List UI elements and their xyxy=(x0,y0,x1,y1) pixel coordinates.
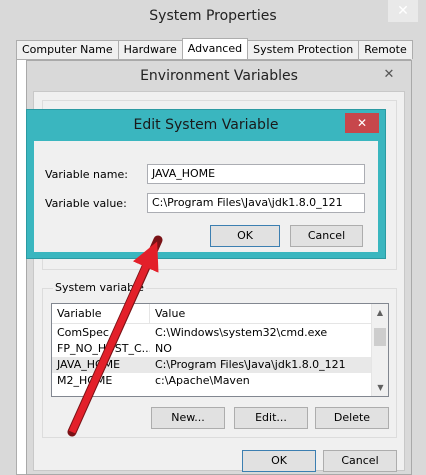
chevron-down-icon[interactable]: ▼ xyxy=(372,379,388,396)
ok-button[interactable]: OK xyxy=(242,450,316,472)
variable-value-field[interactable]: C:\Program Files\Java\jdk1.8.0_121 xyxy=(147,193,365,213)
close-icon: ✕ xyxy=(356,116,368,130)
window-title: Environment Variables xyxy=(140,68,298,84)
window-title: System Properties xyxy=(149,8,277,24)
dialog-client: Variable name: JAVA_HOME Variable value:… xyxy=(34,141,378,252)
close-button[interactable]: ✕ xyxy=(388,0,418,22)
tab-remote[interactable]: Remote xyxy=(358,40,413,59)
column-header-variable[interactable]: Variable xyxy=(52,304,150,323)
system-variables-group: System variable Variable Value ComSpec C… xyxy=(42,281,397,438)
list-item[interactable]: ComSpec C:\Windows\system32\cmd.exe xyxy=(52,325,373,341)
column-header-value[interactable]: Value xyxy=(150,304,373,323)
tab-bar: Computer Name Hardware Advanced System P… xyxy=(16,38,413,59)
close-icon: ✕ xyxy=(383,66,395,82)
variable-value: NO xyxy=(155,342,172,355)
variable-name: FP_NO_HOST_C... xyxy=(57,342,150,355)
system-variables-list[interactable]: Variable Value ComSpec C:\Windows\system… xyxy=(51,303,389,397)
edit-variable-button[interactable]: Edit... xyxy=(234,407,308,429)
scroll-thumb[interactable] xyxy=(374,328,386,346)
variable-name: JAVA_HOME xyxy=(57,358,121,371)
variable-name-label: Variable name: xyxy=(45,168,128,181)
group-label: System variable xyxy=(53,281,146,294)
cancel-button[interactable]: Cancel xyxy=(323,450,397,472)
close-button[interactable]: ✕ xyxy=(377,66,401,82)
list-header: Variable Value xyxy=(52,304,373,324)
variable-value-label: Variable value: xyxy=(45,197,127,210)
delete-variable-button[interactable]: Delete xyxy=(315,407,389,429)
list-item[interactable]: M2_HOME c:\Apache\Maven xyxy=(52,373,373,389)
tab-hardware[interactable]: Hardware xyxy=(117,40,183,59)
vertical-scrollbar[interactable]: ▲ ▼ xyxy=(371,304,388,396)
cancel-button[interactable]: Cancel xyxy=(290,225,363,247)
chevron-up-icon[interactable]: ▲ xyxy=(372,304,388,321)
variable-name-field[interactable]: JAVA_HOME xyxy=(147,164,365,184)
variable-name: ComSpec xyxy=(57,326,109,339)
list-item[interactable]: FP_NO_HOST_C... NO xyxy=(52,341,373,357)
ok-button[interactable]: OK xyxy=(210,225,280,247)
close-button[interactable]: ✕ xyxy=(345,113,379,133)
dialog-title: Edit System Variable xyxy=(133,117,279,133)
variable-value: C:\Windows\system32\cmd.exe xyxy=(155,326,328,339)
list-item[interactable]: JAVA_HOME C:\Program Files\Java\jdk1.8.0… xyxy=(52,357,373,373)
tab-system-protection[interactable]: System Protection xyxy=(247,40,360,59)
variable-value: C:\Program Files\Java\jdk1.8.0_121 xyxy=(155,358,346,371)
variable-name: M2_HOME xyxy=(57,374,113,387)
new-variable-button[interactable]: New... xyxy=(151,407,225,429)
tab-advanced[interactable]: Advanced xyxy=(181,38,249,59)
variable-value: c:\Apache\Maven xyxy=(155,374,250,387)
edit-system-variable-dialog: Edit System Variable ✕ Variable name: JA… xyxy=(26,109,386,259)
close-icon: ✕ xyxy=(397,3,409,19)
tab-computer-name[interactable]: Computer Name xyxy=(16,40,119,59)
